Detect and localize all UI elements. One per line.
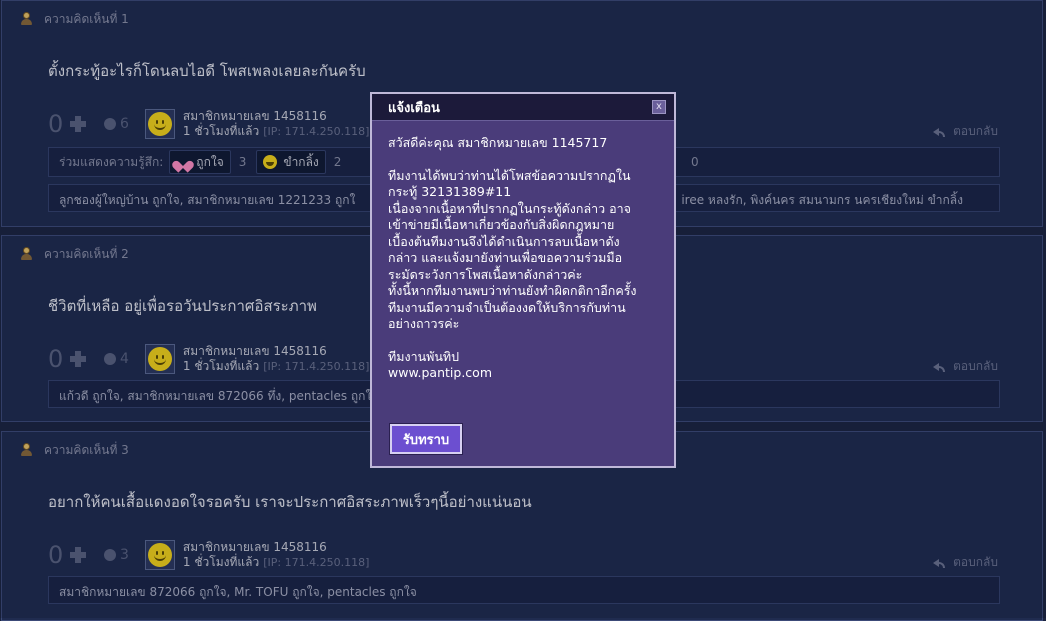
dialog-message-line: อย่างถาวรค่ะ [388,316,460,331]
dialog-message-line: เข้าข่ายมีเนื้อหาเกี่ยวข้องกับสิ่งผิดกฎห… [388,217,615,232]
dialog-signature-block: ทีมงานพันทิป www.pantip.com [388,349,658,382]
dialog-message-line: ระมัดระวังการโพสเนื้อหาดังกล่าวค่ะ [388,266,583,282]
dialog-message-line: ทั้งนี้หากทีมงานพบว่าท่านยังทำผิดกติกาอี… [388,283,637,298]
dialog-message-line: กระทู้ 32131389#11 [388,184,512,199]
alert-dialog: แจ้งเตือน x สวัสดีค่ะคุณ สมาชิกหมายเลข 1… [370,92,676,468]
dialog-message-line: กล่าว และแจ้งมายังท่านเพื่อขอความร่วมมือ [388,250,623,265]
dialog-signature: ทีมงานพันทิป [388,348,460,364]
acknowledge-button[interactable]: รับทราบ [389,423,463,455]
dialog-message-line: เนื่องจากเนื้อหาที่ปรากฏในกระทู้ดังกล่าว… [388,200,631,216]
close-button[interactable]: x [652,100,666,114]
dialog-site: www.pantip.com [388,365,492,380]
dialog-message: ทีมงานได้พบว่าท่านได้โพสข้อความปรากฏใน ก… [388,168,658,333]
dialog-message-line: ทีมงานได้พบว่าท่านได้โพสข้อความปรากฏใน [388,167,631,183]
dialog-message-line: เบื้องต้นทีมงานจึงได้ดำเนินการลบเนื้อหาด… [388,233,620,249]
dialog-message-line: ทีมงานมีความจำเป็นต้องงดให้บริการกับท่าน [388,299,626,315]
dialog-title: แจ้งเตือน [388,100,440,116]
dialog-header: แจ้งเตือน x [372,94,674,121]
dialog-greeting: สวัสดีค่ะคุณ สมาชิกหมายเลข 1145717 [388,135,608,150]
dialog-body: สวัสดีค่ะคุณ สมาชิกหมายเลข 1145717 ทีมงา… [372,121,674,382]
page: ความคิดเห็นที่ 1 ตั้งกระทู้อะไรก็โดนลบไอ… [0,0,1046,621]
